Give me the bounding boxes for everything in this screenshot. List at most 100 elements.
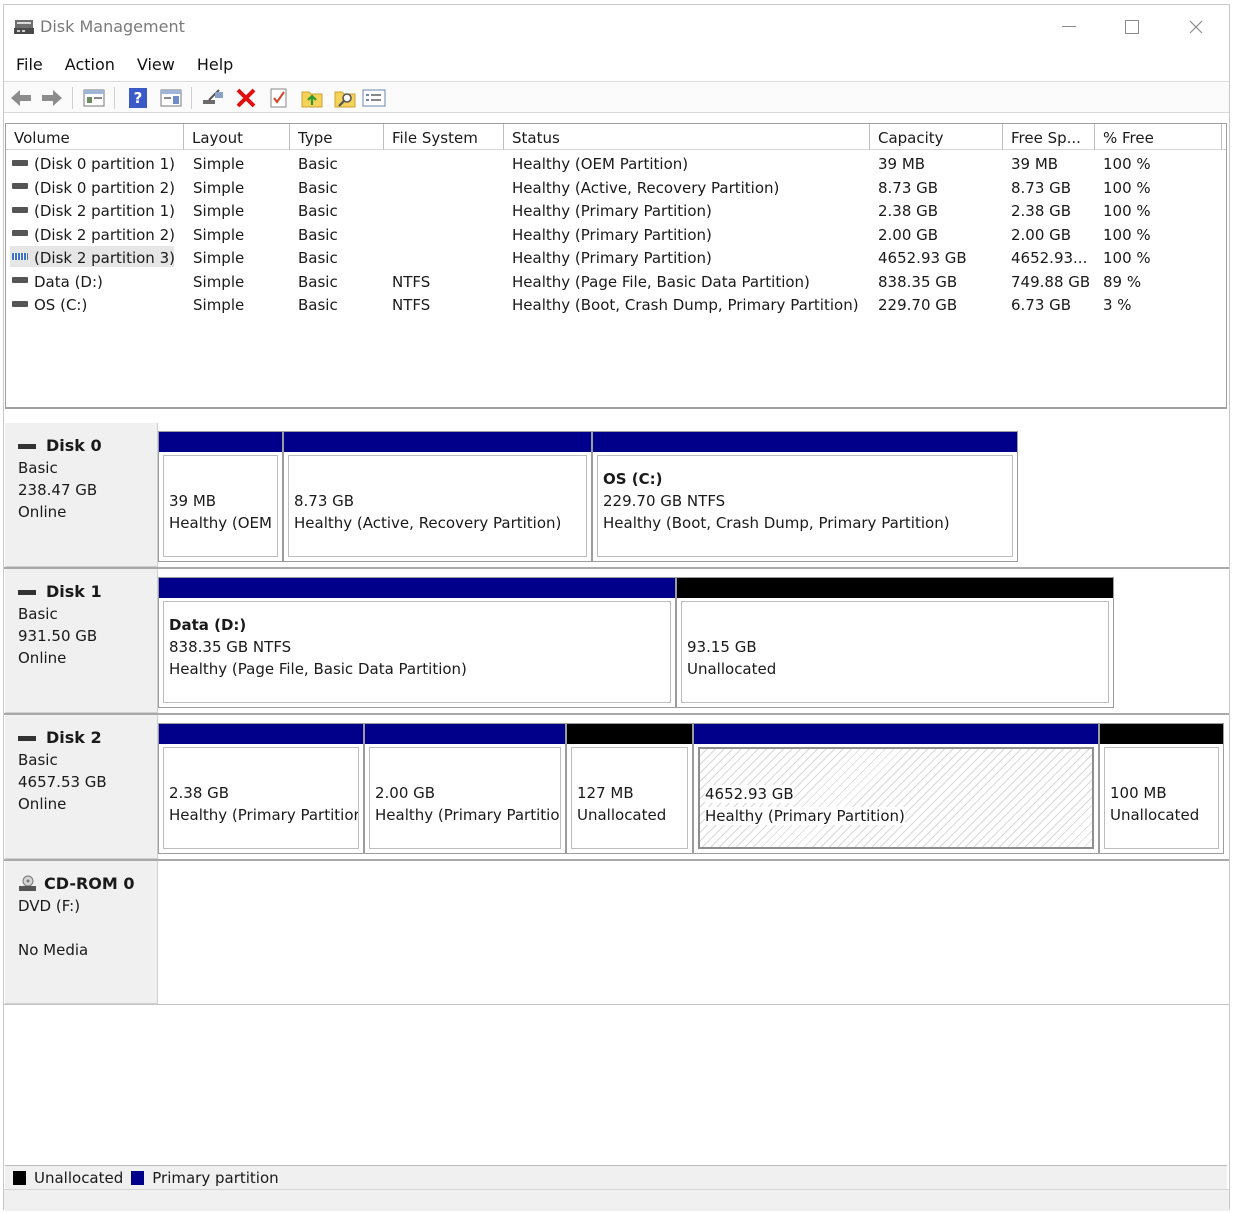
volume-free: 2.00 GB [1011,225,1072,244]
volume-type: Basic [298,296,338,314]
volume-type: Basic [298,178,338,197]
folder-up-icon[interactable] [300,86,324,110]
volume-row-selected[interactable]: (Disk 2 partition 3) Simple Basic Health… [6,246,1226,270]
column-file-system[interactable]: File System [384,124,504,150]
partition-size: 127 MB [577,784,634,802]
disk-label-1[interactable]: Disk 1 Basic 931.50 GB Online [5,569,158,713]
partition-bar [593,432,1017,452]
menu-view[interactable]: View [125,51,185,79]
partition-block-unallocated[interactable]: 127 MB Unallocated [566,723,693,854]
legend-unallocated: Unallocated [34,1168,124,1187]
partition-size: 2.38 GB [169,784,230,802]
partition-bar [677,578,1113,598]
volume-layout: Simple [193,202,245,220]
legend: Unallocated Primary partition [5,1165,1227,1189]
close-button[interactable] [1174,13,1218,41]
menu-action[interactable]: Action [53,51,125,79]
volume-percent-free: 100 % [1103,249,1151,267]
column-volume[interactable]: Volume [6,124,184,150]
column-status[interactable]: Status [504,124,870,150]
volume-status: Healthy (Active, Recovery Partition) [512,178,780,197]
disk-icon [18,589,36,595]
partition-status: Healthy (Page File, Basic Data Partition… [169,660,467,678]
title-bar: Disk Management [4,5,1229,49]
volume-row[interactable]: OS (C:) Simple Basic NTFS Healthy (Boot,… [6,293,1226,317]
minimize-button[interactable] [1047,13,1091,41]
volume-status: Healthy (Boot, Crash Dump, Primary Parti… [512,296,859,314]
partition-status: Healthy (Primary Partitior [169,806,359,824]
volume-list: Volume Layout Type File System Status Ca… [5,123,1227,409]
partition-bar [159,432,282,452]
volume-capacity: 8.73 GB [878,178,939,197]
partition-body: 2.00 GB Healthy (Primary Partitio [369,747,561,849]
disk-name: CD-ROM 0 [44,874,135,893]
partition-body: 8.73 GB Healthy (Active, Recovery Partit… [288,455,587,557]
partition-title: Data (D:) [169,616,247,634]
folder-search-icon[interactable] [333,86,357,110]
partition-block[interactable]: OS (C:) 229.70 GB NTFS Healthy (Boot, Cr… [592,431,1018,562]
partition-block[interactable]: 8.73 GB Healthy (Active, Recovery Partit… [283,431,592,562]
disk-label-cdrom[interactable]: CD-ROM 0 DVD (F:) No Media [5,861,158,1004]
disk-state: No Media [18,941,89,959]
partition-block-selected[interactable]: 4652.93 GB Healthy (Primary Partition) [693,723,1099,854]
show-hide-icon[interactable] [159,86,183,110]
menu-bar: File Action View Help [4,51,1229,79]
volume-layout: Simple [193,272,245,291]
help-icon[interactable]: ? [126,86,150,110]
volume-row[interactable]: Data (D:) Simple Basic NTFS Healthy (Pag… [6,270,1226,294]
partition-block[interactable]: 2.38 GB Healthy (Primary Partitior [158,723,364,854]
disk-size: 4657.53 GB [18,773,107,791]
volume-row[interactable]: (Disk 0 partition 1) Simple Basic Health… [6,152,1226,176]
volume-layout: Simple [193,296,245,314]
connect-icon[interactable] [201,86,225,110]
volume-type: Basic [298,249,338,267]
volume-list-header: Volume Layout Type File System Status Ca… [6,124,1226,150]
partition-block[interactable]: 39 MB Healthy (OEM [158,431,283,562]
volume-status: Healthy (Page File, Basic Data Partition… [512,272,810,291]
column-free-space[interactable]: Free Sp... [1003,124,1095,150]
partition-block-unallocated[interactable]: 93.15 GB Unallocated [676,577,1114,708]
menu-file[interactable]: File [4,51,53,79]
partition-bar [159,724,363,744]
cd-rom-icon [19,875,36,891]
partition-size: 229.70 GB NTFS [603,492,726,510]
close-icon [1189,20,1203,34]
forward-icon[interactable] [40,86,64,110]
volume-row[interactable]: (Disk 0 partition 2) Simple Basic Health… [6,176,1226,200]
column-layout[interactable]: Layout [184,124,290,150]
partition-block[interactable]: 2.00 GB Healthy (Primary Partitio [364,723,566,854]
partition-body: 2.38 GB Healthy (Primary Partitior [163,747,359,849]
partition-body: Data (D:) 838.35 GB NTFS Healthy (Page F… [163,601,671,703]
volume-status: Healthy (Primary Partition) [512,249,712,267]
partition-block-unallocated[interactable]: 100 MB Unallocated [1099,723,1224,854]
partition-size: 4652.93 GB [705,785,794,803]
volume-fs: NTFS [392,272,431,291]
properties-icon[interactable] [362,86,386,110]
legend-primary: Primary partition [152,1168,279,1187]
partition-size: 838.35 GB NTFS [169,638,292,656]
volume-free: 2.38 GB [1011,202,1072,220]
column-capacity[interactable]: Capacity [870,124,1003,150]
menu-help[interactable]: Help [185,51,243,79]
check-icon[interactable] [267,86,291,110]
column-type[interactable]: Type [290,124,384,150]
partition-status: Healthy (Primary Partitio [375,806,560,824]
volume-capacity: 2.38 GB [878,202,939,220]
column-percent-free[interactable]: % Free [1095,124,1222,150]
volume-row[interactable]: (Disk 2 partition 2) Simple Basic Health… [6,223,1226,247]
partition-bar [159,578,675,598]
partition-body: 4652.93 GB Healthy (Primary Partition) [698,747,1094,849]
disk-management-icon [14,20,34,34]
disk-state: Online [18,503,67,521]
partition-block[interactable]: Data (D:) 838.35 GB NTFS Healthy (Page F… [158,577,676,708]
disk-state: Online [18,649,67,667]
back-icon[interactable] [9,86,33,110]
delete-icon[interactable] [234,86,258,110]
disk-label-2[interactable]: Disk 2 Basic 4657.53 GB Online [5,715,158,859]
up-list-icon[interactable] [82,86,106,110]
disk-name: Disk 1 [46,582,102,601]
maximize-button[interactable] [1110,13,1154,41]
disk-label-0[interactable]: Disk 0 Basic 238.47 GB Online [5,423,158,567]
volume-icon [12,277,28,283]
volume-row[interactable]: (Disk 2 partition 1) Simple Basic Health… [6,199,1226,223]
